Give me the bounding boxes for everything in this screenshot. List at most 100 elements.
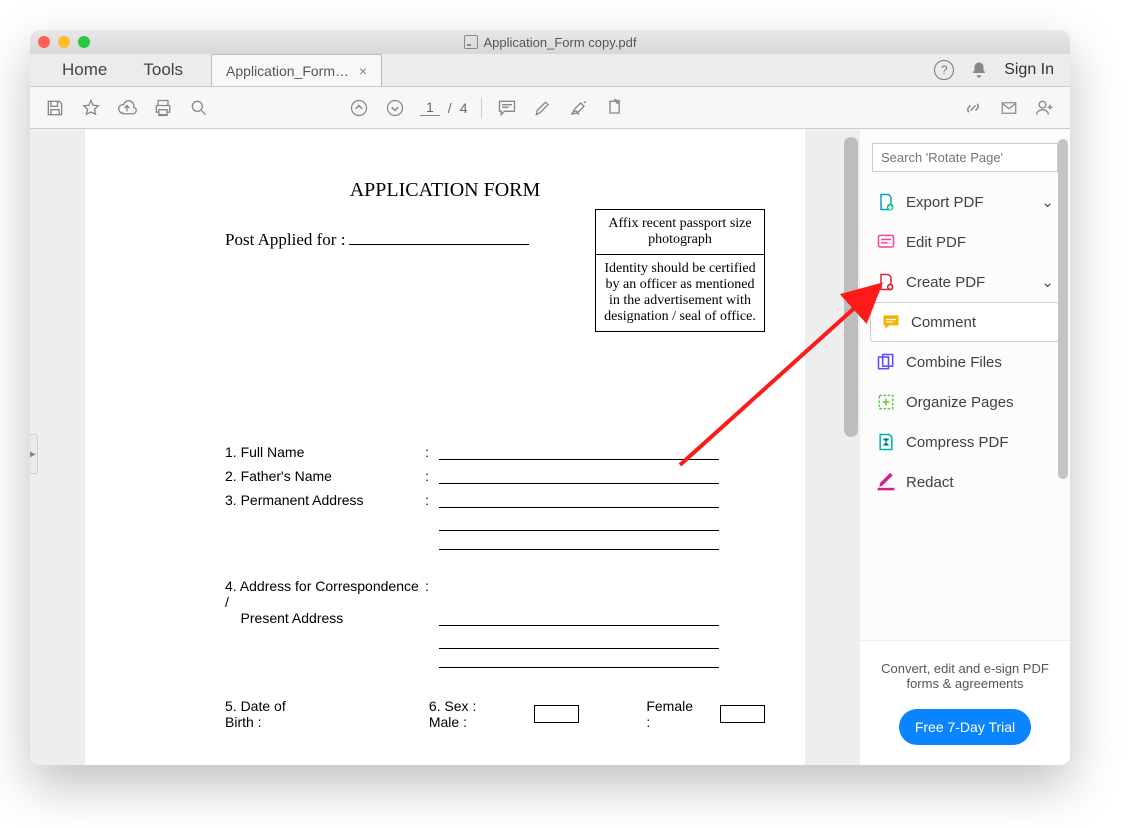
tool-compress-label: Compress PDF (906, 434, 1009, 451)
tool-edit-pdf[interactable]: Edit PDF (862, 222, 1068, 262)
form-row-dob-sex: 5. Date of Birth : 6. Sex : Male : Femal… (125, 698, 765, 730)
highlight-icon[interactable] (532, 97, 554, 119)
tool-comment[interactable]: Comment (870, 302, 1060, 342)
label-corraddr-b: Present Address (225, 610, 425, 626)
tools-list: Export PDF ⌄ Edit PDF Create PDF ⌄ (860, 182, 1070, 640)
sign-in-link[interactable]: Sign In (1004, 61, 1054, 79)
help-icon[interactable]: ? (934, 60, 954, 80)
label-fullname: 1. Full Name (225, 444, 425, 460)
print-icon[interactable] (152, 97, 174, 119)
chevron-down-icon: ⌄ (1041, 273, 1054, 291)
blank-line (439, 444, 719, 460)
blank-line (439, 468, 719, 484)
title-filename: Application_Form copy.pdf (484, 35, 637, 50)
share-people-icon[interactable] (1034, 97, 1056, 119)
tool-combine-label: Combine Files (906, 354, 1002, 371)
tabs-row: Home Tools Application_Form… × ? Sign In (30, 54, 1070, 87)
edit-pdf-icon (876, 232, 896, 252)
photo-box-bottom: Identity should be certified by an offic… (596, 255, 764, 331)
email-icon[interactable] (998, 97, 1020, 119)
titlebar: Application_Form copy.pdf (30, 30, 1070, 54)
page-total: 4 (460, 100, 468, 116)
page-down-icon[interactable] (384, 97, 406, 119)
app-window: Application_Form copy.pdf Home Tools App… (30, 30, 1070, 765)
photo-box-top: Affix recent passport size photograph (596, 210, 764, 255)
compress-pdf-icon (876, 432, 896, 452)
link-icon[interactable] (962, 97, 984, 119)
page-indicator[interactable]: 1 / 4 (420, 99, 467, 116)
tab-document-label: Application_Form… (226, 63, 349, 79)
tools-scrollbar[interactable] (1058, 139, 1068, 479)
box-female (720, 705, 765, 723)
tool-compress-pdf[interactable]: Compress PDF (862, 422, 1068, 462)
colon: : (425, 578, 439, 626)
label-permaddr: 3. Permanent Address (225, 492, 425, 508)
tab-home[interactable]: Home (44, 54, 125, 86)
blank-line (439, 492, 719, 508)
colon: : (425, 444, 439, 460)
label-dob: 5. Date of Birth : (225, 698, 317, 730)
blank-line (439, 549, 719, 550)
blank-line (439, 648, 719, 649)
save-icon[interactable] (44, 97, 66, 119)
blank-line (439, 578, 719, 626)
box-male (534, 705, 579, 723)
photo-box: Affix recent passport size photograph Id… (595, 209, 765, 332)
tools-footer: Convert, edit and e-sign PDF forms & agr… (860, 640, 1070, 765)
rotate-pages-icon[interactable] (604, 97, 626, 119)
tool-export-pdf[interactable]: Export PDF ⌄ (862, 182, 1068, 222)
tool-organize-label: Organize Pages (906, 394, 1014, 411)
tab-tools[interactable]: Tools (125, 54, 201, 86)
toolbar: 1 / 4 (30, 87, 1070, 129)
cloud-upload-icon[interactable] (116, 97, 138, 119)
tool-organize-pages[interactable]: Organize Pages (862, 382, 1068, 422)
document-page: APPLICATION FORM Post Applied for : Affi… (85, 129, 805, 765)
tools-search-input[interactable] (872, 143, 1058, 172)
chevron-down-icon: ⌄ (1041, 193, 1054, 211)
left-panel-handle[interactable]: ▶ (30, 434, 38, 474)
pdf-file-icon (464, 35, 478, 49)
page-sep: / (448, 100, 452, 116)
create-pdf-icon (876, 272, 896, 292)
label-father: 2. Father's Name (225, 468, 425, 484)
sign-pen-icon[interactable] (568, 97, 590, 119)
page-up-icon[interactable] (348, 97, 370, 119)
page-current[interactable]: 1 (420, 99, 440, 116)
combine-files-icon (876, 352, 896, 372)
tabs-right: ? Sign In (934, 54, 1070, 86)
post-applied-label: Post Applied for : (225, 230, 345, 249)
colon: : (425, 468, 439, 484)
tool-redact[interactable]: Redact (862, 462, 1068, 502)
comment-bubble-icon[interactable] (496, 97, 518, 119)
organize-pages-icon (876, 392, 896, 412)
form-row-permaddr: 3. Permanent Address : (125, 488, 765, 512)
tool-combine-files[interactable]: Combine Files (862, 342, 1068, 382)
free-trial-button[interactable]: Free 7-Day Trial (899, 709, 1031, 745)
label-corraddr: 4. Address for Correspondence / Present … (225, 578, 425, 626)
form-row-corraddr: 4. Address for Correspondence / Present … (125, 574, 765, 630)
notifications-icon[interactable] (970, 61, 988, 79)
tool-comment-label: Comment (911, 314, 976, 331)
label-female: Female : (646, 698, 695, 730)
content: ▶ APPLICATION FORM Post Applied for : Af… (30, 129, 1070, 765)
tool-redact-label: Redact (906, 474, 954, 491)
blank-line (439, 667, 719, 668)
document-viewport[interactable]: ▶ APPLICATION FORM Post Applied for : Af… (30, 129, 860, 765)
post-applied-blank (349, 244, 529, 245)
redact-icon (876, 472, 896, 492)
star-icon[interactable] (80, 97, 102, 119)
form-row-fullname: 1. Full Name : (125, 440, 765, 464)
form-row-father: 2. Father's Name : (125, 464, 765, 488)
tools-panel: Export PDF ⌄ Edit PDF Create PDF ⌄ (860, 129, 1070, 765)
tool-export-label: Export PDF (906, 194, 984, 211)
label-sex-male: 6. Sex : Male : (429, 698, 510, 730)
tool-create-pdf[interactable]: Create PDF ⌄ (862, 262, 1068, 302)
window-title: Application_Form copy.pdf (30, 35, 1070, 50)
tab-document[interactable]: Application_Form… × (211, 54, 382, 86)
scrollbar[interactable] (844, 137, 858, 437)
tool-edit-label: Edit PDF (906, 234, 966, 251)
search-icon[interactable] (188, 97, 210, 119)
label-corraddr-a: 4. Address for Correspondence / (225, 578, 425, 610)
tab-close-icon[interactable]: × (359, 63, 367, 79)
tool-create-label: Create PDF (906, 274, 985, 291)
